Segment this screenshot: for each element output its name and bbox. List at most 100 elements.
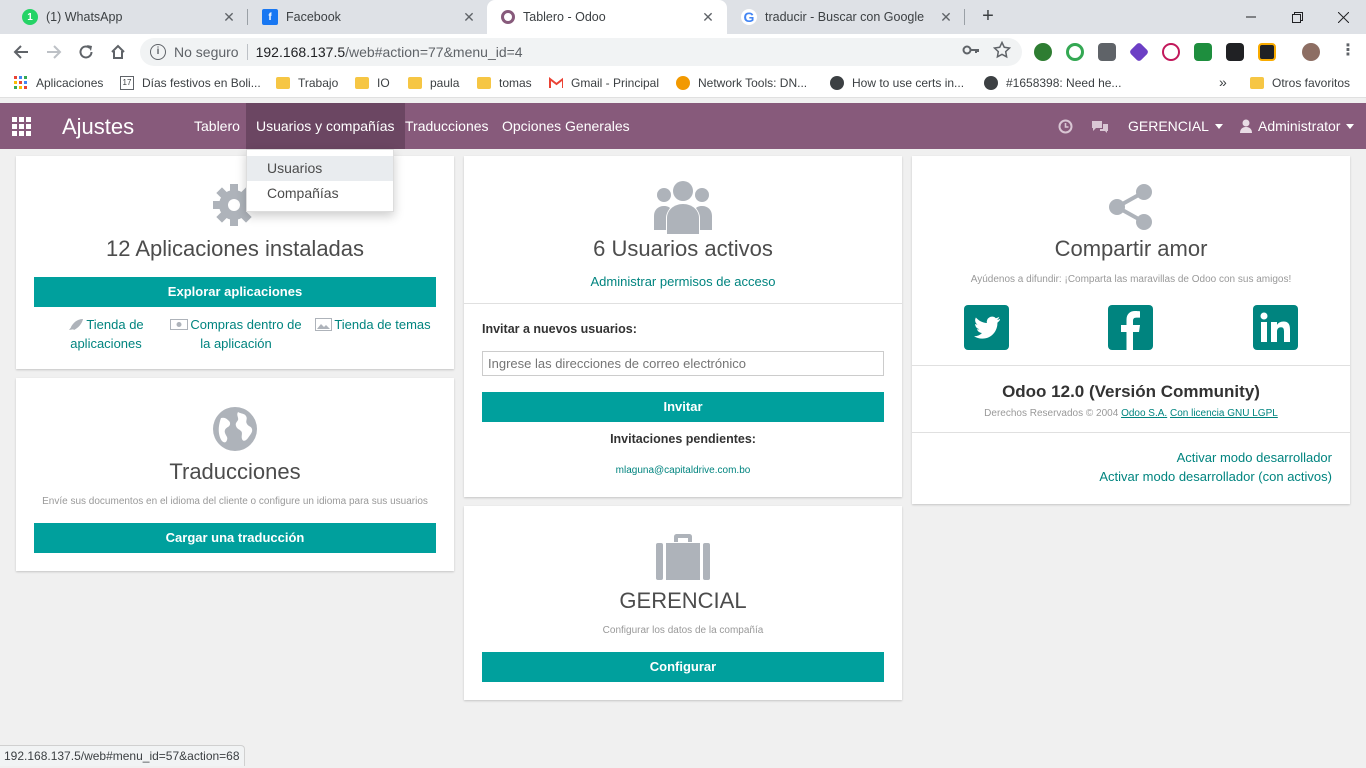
minimize-button[interactable] <box>1228 0 1274 34</box>
theme-store-link[interactable]: Tienda de temas <box>308 315 438 334</box>
sheets-extension-icon[interactable] <box>1194 43 1212 61</box>
bookmark-aplicaciones[interactable]: Aplicaciones <box>14 76 103 90</box>
divider <box>912 432 1350 433</box>
console-extension-icon[interactable] <box>1258 43 1276 61</box>
profile-avatar[interactable] <box>1302 43 1320 61</box>
star-icon[interactable] <box>992 40 1012 62</box>
reload-button[interactable] <box>74 40 98 64</box>
close-window-button[interactable] <box>1320 0 1366 34</box>
pending-invitation-email[interactable]: mlaguna@capitaldrive.com.bo <box>464 465 902 476</box>
folder-icon <box>276 77 290 89</box>
share-title: Compartir amor <box>1054 236 1208 261</box>
bookmark-label: Otros favoritos <box>1272 76 1351 90</box>
bookmark-gmail[interactable]: Gmail - Principal <box>549 76 659 90</box>
home-button[interactable] <box>106 40 130 64</box>
briefcase-icon <box>656 534 710 580</box>
bookmark-otros-favoritos[interactable]: Otros favoritos <box>1250 76 1350 90</box>
invite-email-input[interactable] <box>482 351 884 376</box>
odoo-icon <box>501 10 515 24</box>
tab-title: Tablero - Odoo <box>523 10 606 24</box>
tab-facebook[interactable]: f Facebook ✕ <box>248 0 488 34</box>
restore-button[interactable] <box>1274 0 1320 34</box>
url-text[interactable]: 192.168.137.5/web#action=77&menu_id=4 <box>256 44 523 60</box>
key-icon[interactable] <box>962 41 980 62</box>
load-translation-button[interactable]: Cargar una traducción <box>34 523 436 553</box>
reload-icon <box>79 45 93 59</box>
chat-icon[interactable] <box>1091 103 1109 149</box>
new-tab-button[interactable]: + <box>976 5 1000 29</box>
kebab-menu-icon[interactable]: ⋮ <box>1340 40 1356 60</box>
timer-extension-icon[interactable] <box>1162 43 1180 61</box>
bookmark-trabajo[interactable]: Trabajo <box>276 76 338 90</box>
menu-tablero[interactable]: Tablero <box>184 103 250 149</box>
chrome-extension-icon[interactable] <box>1066 43 1084 61</box>
activate-dev-mode-assets-link[interactable]: Activar modo desarrollador (con activos) <box>1099 469 1332 484</box>
license-link[interactable]: Con licencia GNU LGPL <box>1170 408 1278 419</box>
share-subtitle: Ayúdenos a difundir: ¡Comparta las marav… <box>970 274 1292 285</box>
address-bar[interactable]: i No seguro 192.168.137.5/web#action=77&… <box>140 38 1022 66</box>
tab-title: (1) WhatsApp <box>46 10 123 24</box>
menu-traducciones[interactable]: Traducciones <box>395 103 499 149</box>
close-icon[interactable]: ✕ <box>460 9 478 26</box>
bookmark-network-tools[interactable]: Network Tools: DN... <box>676 76 807 90</box>
tab-whatsapp[interactable]: 1 (1) WhatsApp ✕ <box>8 0 248 34</box>
close-icon[interactable]: ✕ <box>937 9 955 26</box>
bookmark-io[interactable]: IO <box>355 76 390 90</box>
bookmark-label: paula <box>430 76 460 90</box>
facebook-share-button[interactable] <box>1108 305 1153 350</box>
url-path: /web#action=77&menu_id=4 <box>345 44 523 60</box>
tab-odoo[interactable]: Tablero - Odoo ✕ <box>487 0 727 34</box>
globe-icon <box>213 407 257 451</box>
app-store-link[interactable]: Tienda de aplicaciones <box>56 315 156 353</box>
invite-button[interactable]: Invitar <box>482 392 884 422</box>
menu-opciones-generales[interactable]: Opciones Generales <box>492 103 640 149</box>
menu-usuarios-companias[interactable]: Usuarios y compañías <box>246 103 405 149</box>
folder-icon <box>355 77 369 89</box>
back-button[interactable] <box>9 40 33 64</box>
cube-extension-icon[interactable] <box>1128 41 1150 63</box>
divider <box>912 365 1350 366</box>
bookmark-1658398[interactable]: #1658398: Need he... <box>984 76 1121 90</box>
tab-google[interactable]: G traducir - Buscar con Google ✕ <box>727 0 965 34</box>
twitter-button[interactable] <box>964 305 1009 350</box>
globe-extension-icon[interactable] <box>1034 43 1052 61</box>
rocket-icon <box>69 319 84 330</box>
bookmark-certs[interactable]: How to use certs in... <box>830 76 964 90</box>
odoo-sa-link[interactable]: Odoo S.A. <box>1121 408 1167 419</box>
money-icon <box>170 319 189 330</box>
activity-icon[interactable] <box>1058 103 1073 149</box>
dropdown-item-companias[interactable]: Compañías <box>247 181 393 206</box>
close-icon[interactable]: ✕ <box>699 9 717 26</box>
bookmark-tomas[interactable]: tomas <box>477 76 532 90</box>
google-icon: G <box>741 9 757 25</box>
linkedin-button[interactable] <box>1253 305 1298 350</box>
bookmark-label: Días festivos en Boli... <box>142 76 261 90</box>
close-icon[interactable]: ✕ <box>220 9 238 26</box>
user-menu[interactable]: Administrator <box>1240 103 1355 149</box>
close-icon <box>1337 11 1349 23</box>
shield-extension-icon[interactable] <box>1098 43 1116 61</box>
bookmark-label: tomas <box>499 76 532 90</box>
tab-title: Facebook <box>286 10 341 24</box>
gmail-icon <box>549 77 563 88</box>
github-icon <box>984 76 998 90</box>
configure-button[interactable]: Configurar <box>482 652 884 682</box>
bookmark-label: Gmail - Principal <box>571 76 660 90</box>
manage-access-link[interactable]: Administrar permisos de acceso <box>464 274 902 289</box>
info-icon[interactable]: i <box>150 44 166 60</box>
bookmark-dias-festivos[interactable]: 17 Días festivos en Boli... <box>120 76 261 90</box>
apps-menu-icon[interactable] <box>12 117 32 136</box>
forward-button[interactable] <box>42 40 66 64</box>
activate-dev-mode-link[interactable]: Activar modo desarrollador <box>1177 450 1332 465</box>
dropdown-item-usuarios[interactable]: Usuarios <box>247 156 393 181</box>
twitter-icon <box>974 316 1000 339</box>
home-icon <box>111 44 125 59</box>
explore-apps-button[interactable]: Explorar aplicaciones <box>34 277 436 307</box>
company-switcher[interactable]: GERENCIAL <box>1128 103 1223 149</box>
in-app-purchases-link[interactable]: Compras dentro de la aplicación <box>166 315 306 353</box>
terminal-extension-icon[interactable] <box>1226 43 1244 61</box>
bookmarks-overflow-button[interactable]: » <box>1219 74 1227 90</box>
bookmark-paula[interactable]: paula <box>408 76 459 90</box>
user-name: Administrator <box>1258 118 1341 134</box>
security-label: No seguro <box>174 44 239 60</box>
